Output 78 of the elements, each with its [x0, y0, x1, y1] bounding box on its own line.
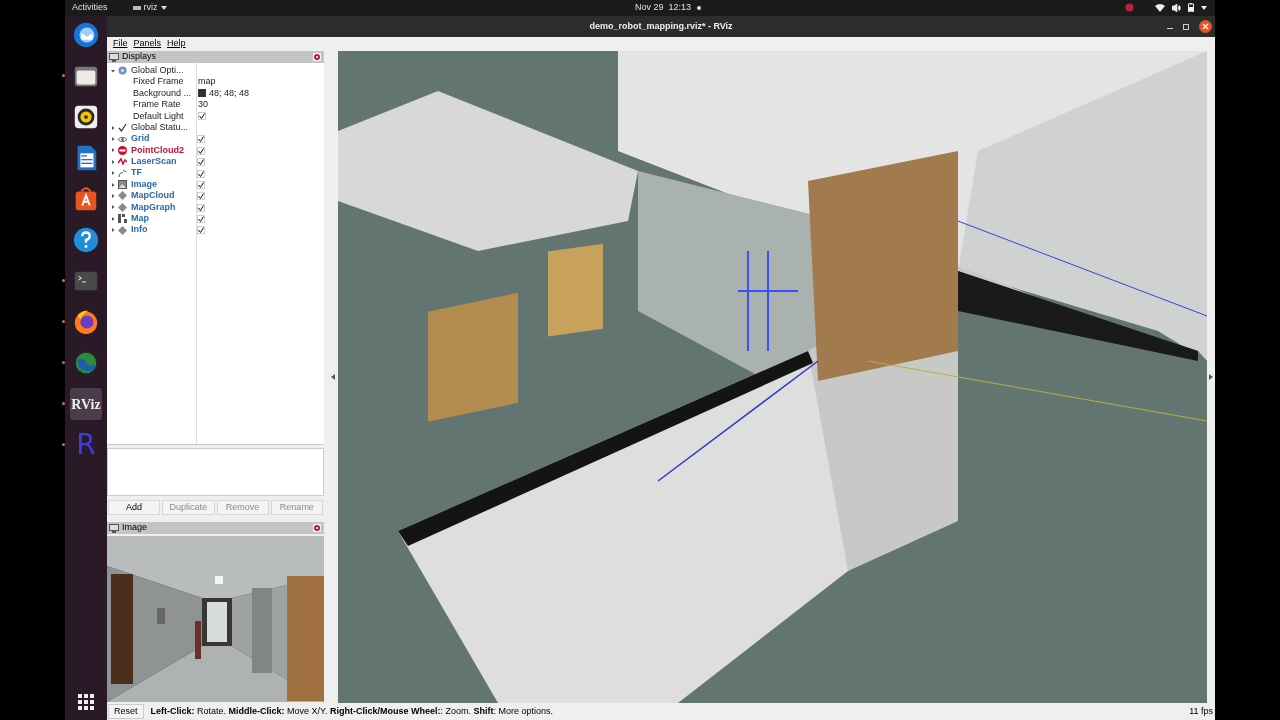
app-menu[interactable]: rviz: [132, 1, 167, 15]
panel-title: Image: [122, 521, 147, 535]
caret-icon: [1201, 5, 1207, 10]
record-icon: [1125, 3, 1134, 12]
checkbox[interactable]: [198, 112, 206, 121]
window-title: demo_robot_mapping.rviz* - RViz: [589, 19, 733, 33]
property-value[interactable]: 48; 48; 48: [209, 86, 250, 101]
collapsed-arrow-icon[interactable]: [111, 148, 115, 153]
maximize-icon[interactable]: [1183, 23, 1189, 30]
monitor-icon: [109, 523, 119, 533]
eye-icon: [118, 134, 127, 144]
checkbox[interactable]: [197, 192, 205, 201]
notification-dot-icon: [697, 6, 701, 10]
image-icon: [118, 180, 127, 190]
wifi-icon: [1155, 3, 1165, 12]
collapsed-arrow-icon[interactable]: [111, 125, 115, 130]
display-name[interactable]: PointCloud2: [131, 143, 184, 158]
display-name[interactable]: MapGraph: [131, 200, 176, 215]
collapse-left-icon[interactable]: [331, 374, 335, 380]
display-name[interactable]: MapCloud: [131, 189, 175, 203]
activities-button[interactable]: Activities: [72, 1, 108, 15]
reset-button[interactable]: Reset: [108, 704, 144, 719]
checkbox[interactable]: [197, 158, 205, 167]
display-name[interactable]: LaserScan: [131, 155, 177, 169]
help-text: Left-Click: Rotate. Middle-Click: Move X/Y. Right-Click/Mouse Wheel:: Zoom. Shift: More options.: [150, 704, 553, 718]
close-icon[interactable]: [313, 524, 321, 532]
display-name[interactable]: Global Opti...: [131, 63, 184, 78]
color-swatch[interactable]: [198, 89, 206, 98]
diamond-icon: [118, 225, 127, 235]
display-name[interactable]: Info: [131, 223, 148, 237]
collapsed-arrow-icon[interactable]: [111, 137, 115, 142]
app-grid-icon[interactable]: [78, 694, 94, 710]
menu-item[interactable]: Panels: [133, 37, 162, 51]
checkbox[interactable]: [197, 146, 205, 155]
collapsed-arrow-icon[interactable]: [111, 216, 115, 221]
property-name: Background ...: [133, 86, 192, 100]
display-name[interactable]: Global Statu...: [131, 120, 189, 135]
app-icon: [132, 5, 141, 11]
collapsed-arrow-icon[interactable]: [111, 205, 115, 210]
display-name[interactable]: Map: [131, 212, 149, 226]
map-icon: [118, 214, 127, 224]
checkmark-icon: [118, 123, 127, 133]
display-name[interactable]: Image: [131, 177, 157, 192]
property-name: Default Light: [133, 109, 184, 123]
check-mark-icon: [199, 113, 205, 120]
collapsed-arrow-icon[interactable]: [111, 159, 115, 164]
checkbox[interactable]: [197, 180, 205, 189]
wave-icon: [118, 157, 127, 167]
property-name: Fixed Frame: [133, 75, 184, 89]
collapsed-arrow-icon[interactable]: [111, 228, 115, 233]
battery-icon: [1188, 3, 1194, 12]
collapsed-arrow-icon[interactable]: [111, 182, 115, 187]
monitor-icon: [109, 52, 119, 62]
close-icon[interactable]: [313, 53, 321, 61]
checkbox[interactable]: [197, 169, 205, 178]
gear-icon: [118, 66, 127, 76]
close-icon[interactable]: [1199, 20, 1212, 33]
clock[interactable]: Nov 29 12:13: [635, 1, 692, 15]
checkbox[interactable]: [197, 135, 205, 144]
collapsed-arrow-icon[interactable]: [111, 171, 115, 176]
display-name[interactable]: TF: [131, 166, 142, 180]
panel-button[interactable]: Add: [108, 500, 161, 515]
checkbox[interactable]: [197, 226, 205, 235]
collapsed-arrow-icon[interactable]: [111, 194, 115, 198]
property-value[interactable]: map: [198, 75, 216, 89]
volume-icon: [1172, 3, 1181, 12]
menu-item[interactable]: Help: [167, 37, 186, 51]
caret-icon: [160, 6, 167, 10]
checkbox[interactable]: [197, 215, 205, 224]
fps-text: 11 fps: [1189, 704, 1213, 718]
property-name: Frame Rate: [133, 98, 181, 112]
error-icon: [118, 145, 127, 155]
collapse-right-icon[interactable]: [1209, 374, 1213, 380]
panel-title: Displays: [122, 50, 156, 64]
checkbox[interactable]: [197, 203, 205, 212]
display-name[interactable]: Grid: [131, 132, 150, 146]
property-value[interactable]: 30: [198, 98, 208, 112]
menu-item[interactable]: File: [113, 37, 128, 51]
